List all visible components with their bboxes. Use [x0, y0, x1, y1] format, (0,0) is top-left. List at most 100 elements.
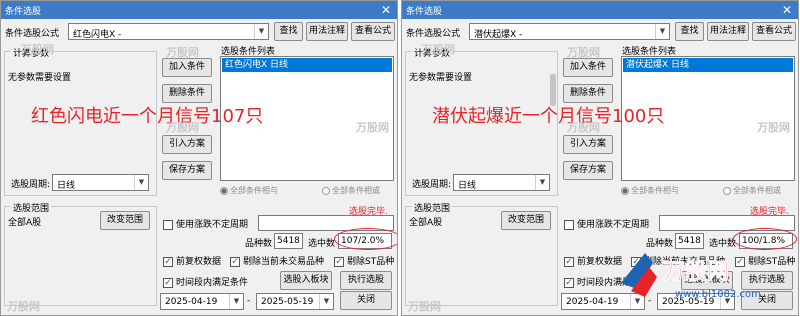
change-range-button[interactable]: 改变范围 [100, 211, 150, 230]
list-item[interactable]: 潜伏起爆X 日线 [623, 58, 793, 72]
import-scheme-button[interactable]: 引入方案 [563, 135, 613, 154]
forward-label: 前复权数据 [176, 257, 222, 267]
watermark: 万股网 [166, 46, 199, 59]
date-to-value: 2025-05-19 [261, 297, 314, 307]
checkbox-unchecked-icon [163, 219, 173, 230]
select-into-block-button[interactable]: 选股入板块 [280, 271, 332, 290]
checkmark-icon: ✓ [334, 256, 344, 267]
close-button[interactable]: 关闭 [340, 291, 392, 310]
radio-or-label: 全部条件相或 [332, 186, 380, 195]
remove-st-checkbox[interactable]: ✓ 剔除ST品种 [334, 254, 394, 267]
time-cond-label: 时间段内满足条件 [176, 278, 249, 288]
annotation-overlay: 潜伏起爆近一个月信号100只 [432, 106, 665, 127]
usage-notes-button[interactable]: 用法注释 [306, 22, 348, 41]
radio-all-and[interactable]: 全部条件相与 [220, 185, 278, 196]
radio-all-or[interactable]: 全部条件相或 [322, 185, 380, 196]
save-scheme-button[interactable]: 保存方案 [563, 161, 613, 180]
count-value: 5418 [274, 233, 303, 249]
formula-select[interactable]: 潜伏起爆X - ▼ [469, 23, 670, 40]
remove-untraded-checkbox[interactable]: ✓ 剔除当前未交易品种 [230, 254, 324, 267]
range-value: 全部A股 [409, 218, 443, 228]
date-from-value: 2025-04-19 [165, 297, 218, 307]
checkmark-icon: ✓ [230, 256, 240, 267]
watermark: 万股网 [757, 121, 790, 134]
chevron-down-icon: ▼ [319, 294, 333, 309]
period-value: 日线 [57, 181, 76, 191]
date-from-value: 2025-04-19 [566, 297, 619, 307]
add-condition-button[interactable]: 加入条件 [162, 58, 212, 77]
view-formula-button[interactable]: 查看公式 [351, 22, 395, 41]
formula-label: 条件选股公式 [406, 29, 461, 39]
checkmark-icon: ✓ [163, 256, 173, 267]
no-params-text: 无参数需要设置 [8, 73, 72, 83]
watermark: 万股网 [356, 121, 389, 134]
delete-condition-button[interactable]: 删除条件 [162, 84, 212, 103]
window-title: 条件选股 [5, 7, 42, 17]
find-button[interactable]: 查找 [274, 22, 303, 41]
period-select[interactable]: 日线 ▼ [453, 174, 550, 191]
no-params-text: 无参数需要设置 [409, 73, 473, 83]
delete-condition-button[interactable]: 删除条件 [563, 84, 613, 103]
close-window-icon[interactable]: ✕ [379, 3, 393, 17]
import-scheme-button[interactable]: 引入方案 [162, 135, 212, 154]
chevron-down-icon: ▼ [535, 175, 549, 190]
run-selection-button[interactable]: 执行选股 [340, 271, 392, 290]
watermark: 万股网 [422, 43, 455, 56]
stock-screener-window-right: 条件选股 ✕ 条件选股公式 潜伏起爆X - ▼ 查找 用法注释 查看公式 计算参… [401, 0, 799, 316]
selected-label: 选中数 [308, 239, 336, 249]
forward-adjusted-checkbox[interactable]: ✓ 前复权数据 [564, 254, 622, 267]
period-value: 日线 [458, 181, 477, 191]
stock-screener-window-left: 条件选股 ✕ 条件选股公式 红色闪电X - ▼ 查找 用法注释 查看公式 计算参… [0, 0, 398, 316]
watermark: 万股网 [567, 46, 600, 59]
watermark: 万股网 [7, 300, 40, 313]
title-bar: 条件选股 ✕ [402, 1, 798, 19]
use-unfixed-period-checkbox[interactable]: 使用涨跌不定周期 [564, 217, 649, 230]
formula-select[interactable]: 红色闪电X - ▼ [68, 23, 269, 40]
count-label: 品种数 [245, 239, 273, 249]
watermark: 万股网 [408, 300, 441, 313]
radio-unselected-icon [723, 186, 731, 195]
time-condition-checkbox[interactable]: ✓ 时间段内满足条件 [163, 275, 248, 288]
highlight-oval [334, 228, 397, 250]
usage-notes-button[interactable]: 用法注释 [707, 22, 749, 41]
forward-adjusted-checkbox[interactable]: ✓ 前复权数据 [163, 254, 221, 267]
radio-and-label: 全部条件相与 [631, 186, 679, 195]
annotation-overlay: 红色闪电近一个月信号107只 [31, 106, 264, 127]
date-from-picker[interactable]: 2025-04-19 ▼ [160, 293, 244, 310]
view-formula-button[interactable]: 查看公式 [752, 22, 796, 41]
radio-all-or[interactable]: 全部条件相或 [723, 185, 781, 196]
period-select[interactable]: 日线 ▼ [52, 174, 149, 191]
use-unfixed-period-checkbox[interactable]: 使用涨跌不定周期 [163, 217, 248, 230]
chevron-down-icon: ▼ [655, 24, 669, 39]
watermark: 万股网 [21, 43, 54, 56]
range-group: 选股范围 全部A股 改变范围 [4, 201, 157, 306]
radio-all-and[interactable]: 全部条件相与 [621, 185, 679, 196]
close-window-icon[interactable]: ✕ [780, 3, 794, 17]
radio-or-label: 全部条件相或 [733, 186, 781, 195]
add-condition-button[interactable]: 加入条件 [563, 58, 613, 77]
brand-logo: 万股网 www.bl1082.com [621, 253, 761, 300]
radio-selected-icon [220, 186, 228, 195]
logo-url: www.bl1082.com [675, 289, 761, 300]
use-unfixed-label: 使用涨跌不定周期 [176, 220, 249, 230]
title-bar: 条件选股 ✕ [1, 1, 397, 19]
date-to-picker[interactable]: 2025-05-19 ▼ [256, 293, 334, 310]
chevron-down-icon: ▼ [254, 24, 268, 39]
remove-st-label: 剔除ST品种 [347, 257, 395, 267]
save-scheme-button[interactable]: 保存方案 [162, 161, 212, 180]
radio-and-label: 全部条件相与 [230, 186, 278, 195]
checkmark-icon: ✓ [564, 277, 574, 288]
find-button[interactable]: 查找 [675, 22, 704, 41]
change-range-button[interactable]: 改变范围 [501, 211, 551, 230]
period-label: 选股周期: [412, 180, 452, 190]
formula-value: 潜伏起爆X - [474, 30, 523, 40]
range-group-title: 选股范围 [11, 201, 52, 214]
range-group-title: 选股范围 [412, 201, 453, 214]
watermark: 万股网 [166, 121, 199, 134]
window-title: 条件选股 [406, 7, 443, 17]
date-separator: - [247, 296, 251, 306]
use-unfixed-label: 使用涨跌不定周期 [577, 220, 650, 230]
list-item[interactable]: 红色闪电X 日线 [222, 58, 392, 72]
formula-value: 红色闪电X - [73, 30, 122, 40]
formula-label: 条件选股公式 [5, 29, 60, 39]
